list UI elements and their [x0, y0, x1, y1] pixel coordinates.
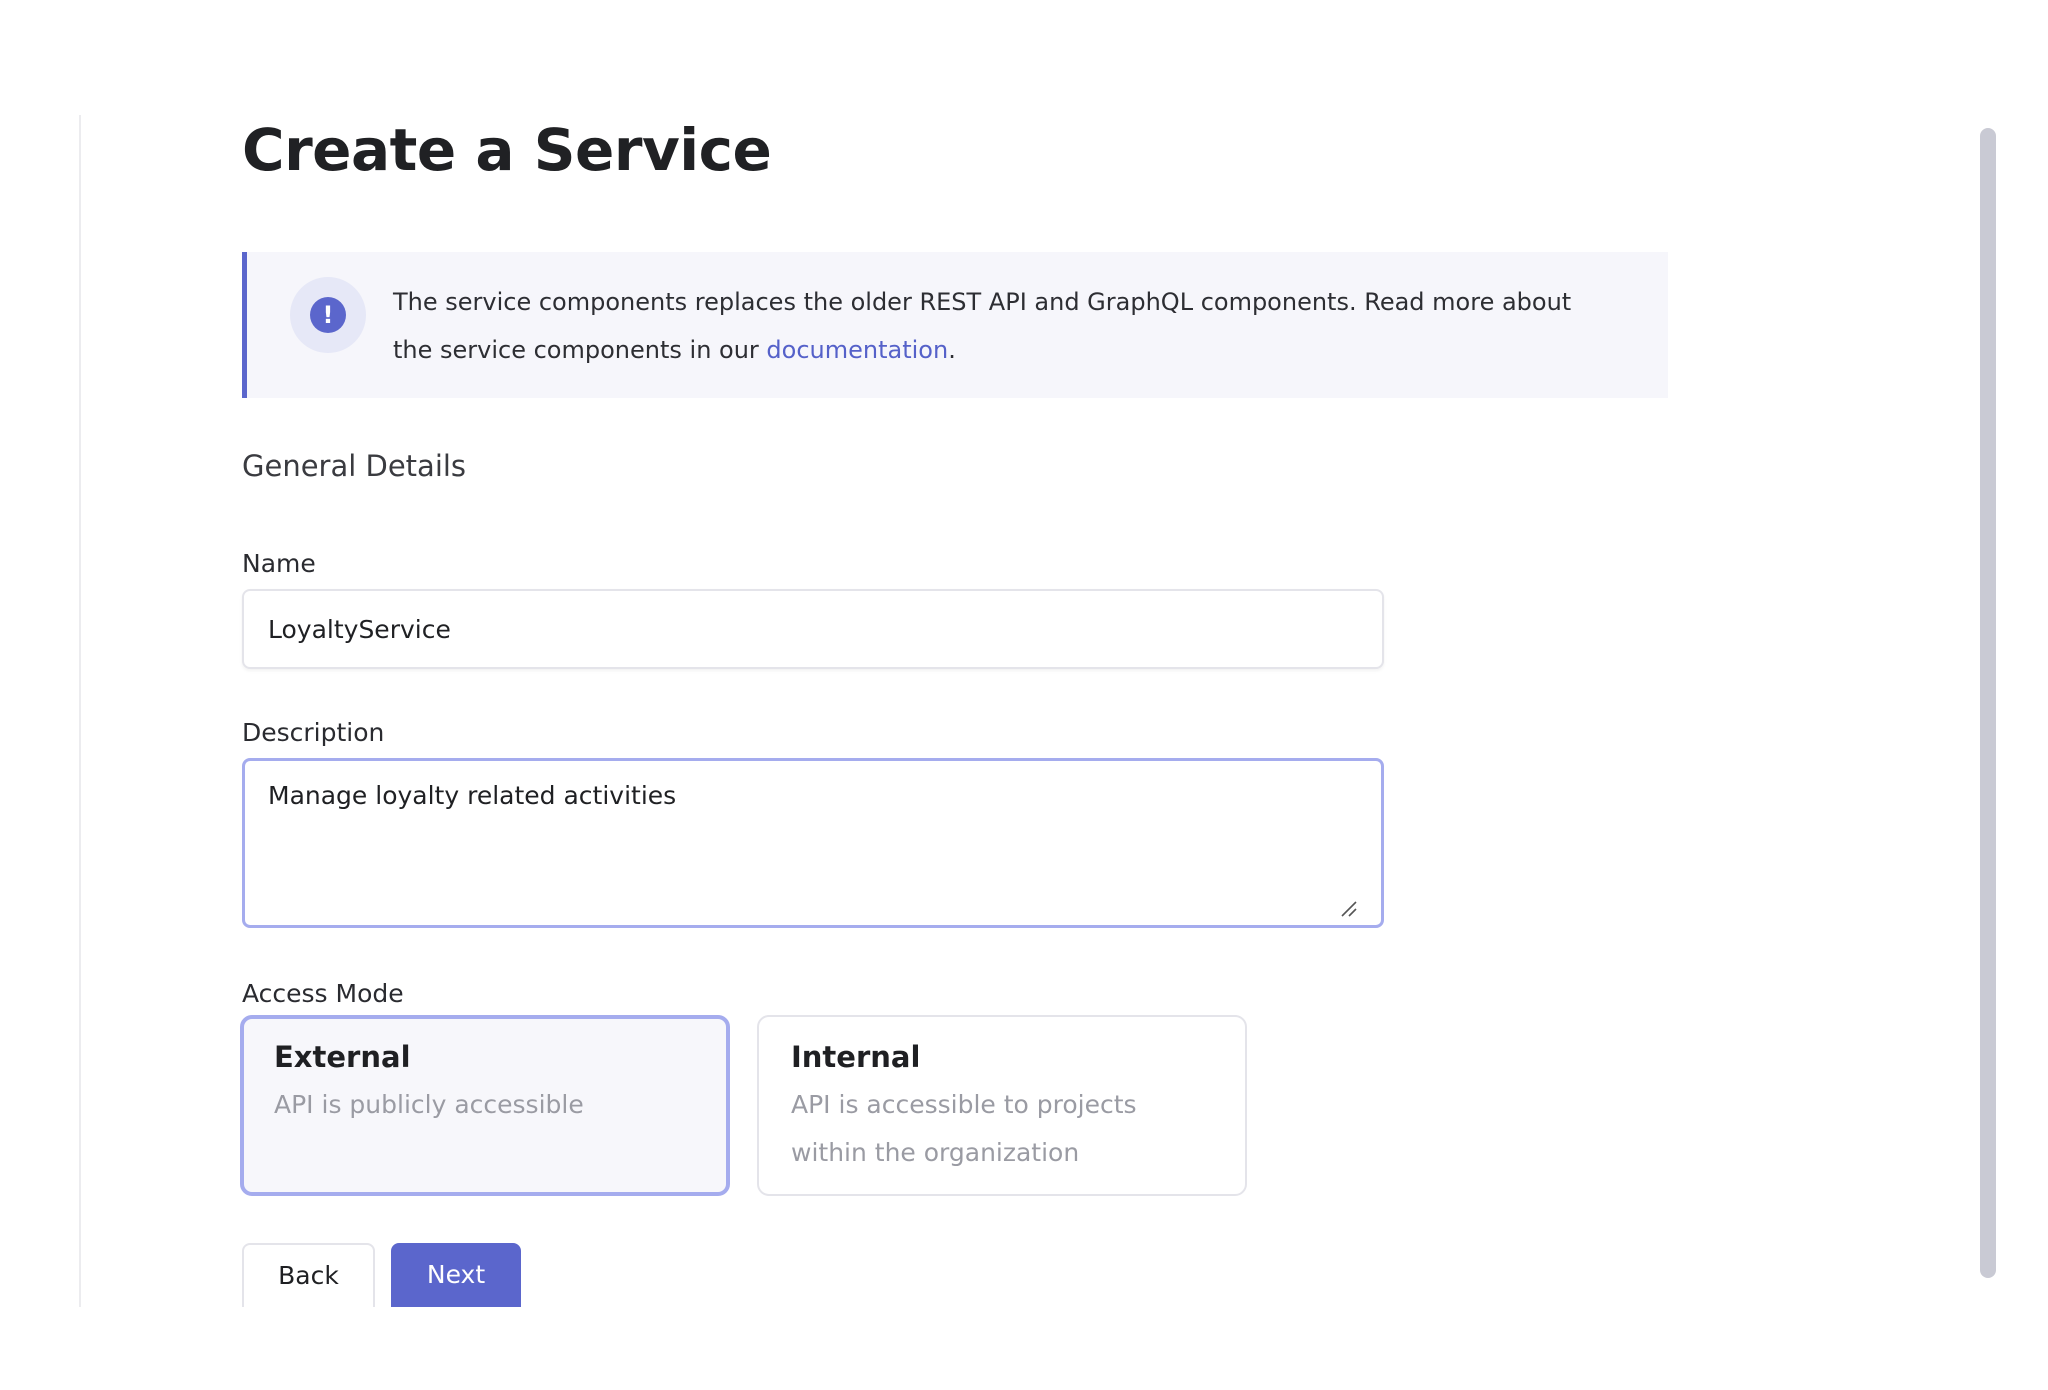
- info-banner-message: The service components replaces the olde…: [393, 288, 1572, 364]
- create-service-page: Create a Service ! The service component…: [0, 0, 2048, 1390]
- exclamation-icon: !: [310, 297, 346, 333]
- left-divider: [79, 115, 81, 1310]
- info-banner-period: .: [948, 336, 956, 364]
- name-input[interactable]: [242, 589, 1384, 669]
- access-mode-internal-option[interactable]: Internal API is accessible to projects w…: [757, 1015, 1247, 1196]
- info-banner-text: The service components replaces the olde…: [393, 278, 1618, 374]
- info-icon-background: !: [290, 277, 366, 353]
- internal-option-title: Internal: [791, 1040, 921, 1074]
- access-mode-external-option[interactable]: External API is publicly accessible: [240, 1015, 730, 1196]
- info-banner: ! The service components replaces the ol…: [242, 252, 1668, 398]
- scroll-clip-area: [0, 1307, 1960, 1390]
- description-label: Description: [242, 718, 385, 747]
- external-option-title: External: [274, 1040, 411, 1074]
- access-mode-label: Access Mode: [242, 979, 404, 1008]
- name-label: Name: [242, 549, 316, 578]
- description-textarea[interactable]: Manage loyalty related activities: [242, 758, 1384, 928]
- documentation-link[interactable]: documentation: [766, 336, 948, 364]
- resize-handle-icon[interactable]: [1340, 900, 1358, 918]
- external-option-description: API is publicly accessible: [274, 1090, 584, 1119]
- vertical-scrollbar[interactable]: [1980, 128, 1998, 1278]
- scrollbar-thumb[interactable]: [1980, 128, 1996, 1278]
- page-title: Create a Service: [242, 116, 772, 184]
- general-details-heading: General Details: [242, 449, 467, 483]
- back-button[interactable]: Back: [242, 1243, 375, 1307]
- internal-option-description: API is accessible to projects within the…: [791, 1090, 1137, 1167]
- next-button[interactable]: Next: [391, 1243, 521, 1307]
